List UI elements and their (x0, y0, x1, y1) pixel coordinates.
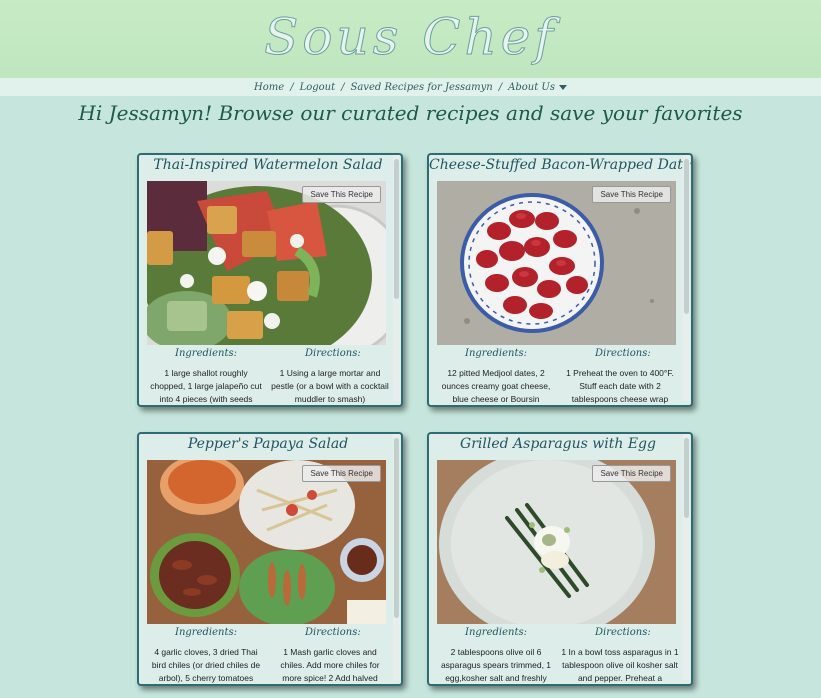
directions-label: Directions: (595, 627, 651, 638)
save-recipe-button[interactable]: Save This Recipe (302, 186, 381, 203)
ingredients-label: Ingredients: (465, 348, 527, 359)
ingredients-text: 4 garlic cloves, 3 dried Thai bird chile… (151, 647, 261, 683)
nav-about-label: About Us (508, 81, 555, 93)
directions-label: Directions: (305, 348, 361, 359)
card-scrollbar[interactable] (393, 155, 400, 401)
ingredients-label: Ingredients: (175, 627, 237, 638)
recipe-photo: Save This Recipe (147, 181, 386, 345)
ingredients-text: 12 pitted Medjool dates, 2 ounces creamy… (441, 368, 551, 404)
card-scrollbar[interactable] (683, 155, 690, 401)
recipe-card: Cheese-Stuffed Bacon-Wrapped Dates Save … (427, 153, 693, 407)
nav-logout-link[interactable]: Logout (300, 82, 336, 93)
save-recipe-button[interactable]: Save This Recipe (592, 465, 671, 482)
save-recipe-button[interactable]: Save This Recipe (302, 465, 381, 482)
nav-saved-link[interactable]: Saved Recipes for Jessamyn (350, 82, 492, 93)
ingredients-label: Ingredients: (465, 627, 527, 638)
directions-text: 1 In a bowl toss asparagus in 1 tablespo… (561, 647, 679, 683)
directions-label: Directions: (305, 627, 361, 638)
directions-text: 1 Mash garlic cloves and chiles. Add mor… (280, 647, 380, 683)
recipe-photo: Save This Recipe (437, 181, 676, 345)
card-scrollbar[interactable] (393, 434, 400, 680)
scrollbar-thumb[interactable] (684, 438, 689, 518)
caret-down-icon (558, 84, 567, 90)
nav-home-link[interactable]: Home (254, 82, 284, 93)
nav-bar: Home / Logout / Saved Recipes for Jessam… (0, 78, 821, 96)
save-recipe-button[interactable]: Save This Recipe (592, 186, 671, 203)
brand-logo[interactable]: Sous Chef (264, 8, 557, 67)
scrollbar-thumb[interactable] (394, 438, 399, 618)
nav-separator: / (341, 81, 345, 93)
directions-text: 1 Using a large mortar and pestle (or a … (271, 368, 389, 404)
header-banner: Sous Chef (0, 0, 821, 78)
recipe-title: Pepper's Papaya Salad (187, 436, 349, 452)
card-scrollbar[interactable] (683, 434, 690, 680)
directions-text: 1 Preheat the oven to 400°F. Stuff each … (566, 368, 674, 404)
page-greeting: Hi Jessamyn! Browse our curated recipes … (78, 101, 743, 125)
scrollbar-thumb[interactable] (394, 159, 399, 299)
recipe-card: Grilled Asparagus with Egg Save This Rec… (427, 432, 693, 686)
recipe-title: Thai-Inspired Watermelon Salad (153, 157, 383, 173)
directions-label: Directions: (595, 348, 651, 359)
recipe-photo: Save This Recipe (147, 460, 386, 624)
recipe-photo: Save This Recipe (437, 460, 676, 624)
nav-separator: / (290, 81, 294, 93)
ingredients-text: 1 large shallot roughly chopped, 1 large… (150, 368, 262, 404)
nav-about-dropdown[interactable]: About Us (508, 82, 567, 93)
scrollbar-thumb[interactable] (684, 159, 689, 314)
recipe-title: Grilled Asparagus with Egg (460, 436, 656, 452)
ingredients-text: 2 tablespoons olive oil 6 asparagus spea… (440, 647, 552, 683)
nav-separator: / (498, 81, 503, 93)
ingredients-label: Ingredients: (175, 348, 237, 359)
recipe-card: Pepper's Papaya Salad Save This Recipe I… (137, 432, 403, 686)
recipe-title: Cheese-Stuffed Bacon-Wrapped Dates (429, 157, 693, 173)
recipe-card: Thai-Inspired Watermelon Salad Save This… (137, 153, 403, 407)
